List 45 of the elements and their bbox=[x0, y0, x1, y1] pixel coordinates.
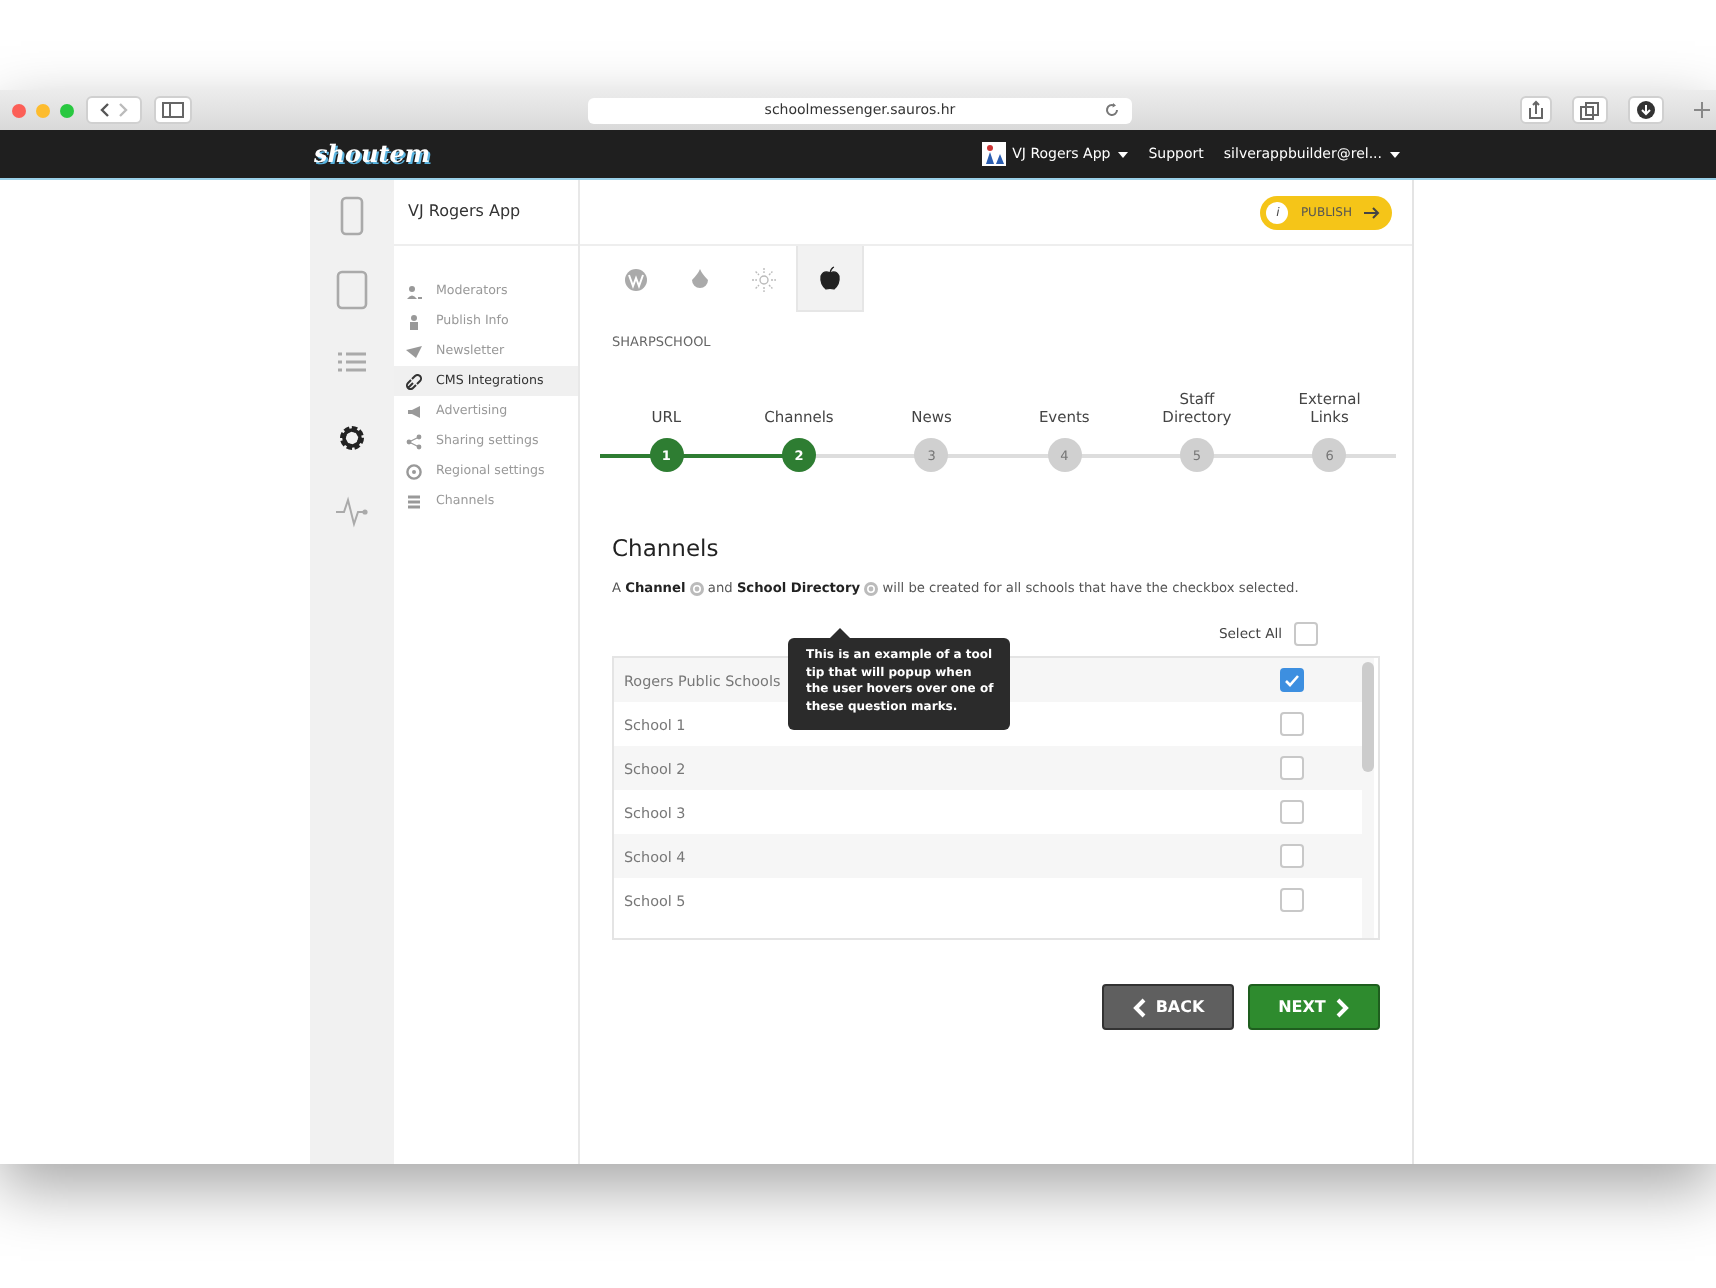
caret-icon bbox=[1118, 151, 1129, 157]
app-title: VJ Rogers App bbox=[394, 180, 578, 246]
w-circle-icon bbox=[624, 267, 648, 291]
arrow-right-icon bbox=[1364, 205, 1380, 219]
close-icon[interactable] bbox=[12, 103, 26, 117]
logo[interactable]: shoutem bbox=[314, 140, 431, 168]
sun-icon bbox=[752, 267, 776, 291]
cms-tab[interactable] bbox=[796, 246, 864, 312]
reload-icon[interactable] bbox=[1104, 102, 1120, 118]
chevron-left-icon bbox=[1131, 997, 1146, 1017]
stack-icon bbox=[406, 493, 422, 509]
person-icon bbox=[406, 313, 422, 329]
school-checkbox[interactable] bbox=[1280, 800, 1304, 824]
pulse-icon[interactable] bbox=[336, 492, 368, 532]
chevron-right-icon bbox=[1335, 997, 1350, 1017]
plane-icon bbox=[406, 343, 422, 359]
minimize-icon[interactable] bbox=[36, 103, 50, 117]
link-icon bbox=[406, 373, 422, 389]
new-tab-icon[interactable] bbox=[1692, 100, 1712, 120]
share-icon[interactable] bbox=[1520, 96, 1552, 124]
apple-icon bbox=[818, 266, 842, 290]
back-forward-buttons[interactable] bbox=[86, 96, 142, 124]
download-icon[interactable] bbox=[1628, 96, 1664, 124]
school-checkbox[interactable] bbox=[1280, 756, 1304, 780]
section-heading: Channels bbox=[612, 534, 721, 562]
school-checkbox[interactable] bbox=[1280, 888, 1304, 912]
scrollbar[interactable] bbox=[1362, 658, 1374, 938]
phone-icon[interactable] bbox=[336, 196, 368, 236]
tooltip-pointer bbox=[830, 628, 850, 638]
select-all-checkbox[interactable] bbox=[1294, 622, 1318, 646]
tabs-icon[interactable] bbox=[1572, 96, 1608, 124]
school-checkbox[interactable] bbox=[1280, 712, 1304, 736]
people-icon bbox=[406, 283, 422, 299]
maximize-icon[interactable] bbox=[60, 103, 74, 117]
share-icon bbox=[406, 433, 422, 449]
school-checkbox[interactable] bbox=[1280, 668, 1304, 692]
caret-icon bbox=[1390, 151, 1400, 157]
sidebar-icon[interactable] bbox=[154, 96, 192, 124]
school-checkbox[interactable] bbox=[1280, 844, 1304, 868]
drop-icon bbox=[688, 267, 712, 291]
next-button[interactable]: NEXT bbox=[1248, 984, 1380, 1030]
app-icon bbox=[982, 142, 1007, 166]
megaphone-icon bbox=[406, 403, 422, 419]
back-button[interactable]: BACK bbox=[1102, 984, 1234, 1030]
tablet-icon[interactable] bbox=[336, 270, 368, 310]
